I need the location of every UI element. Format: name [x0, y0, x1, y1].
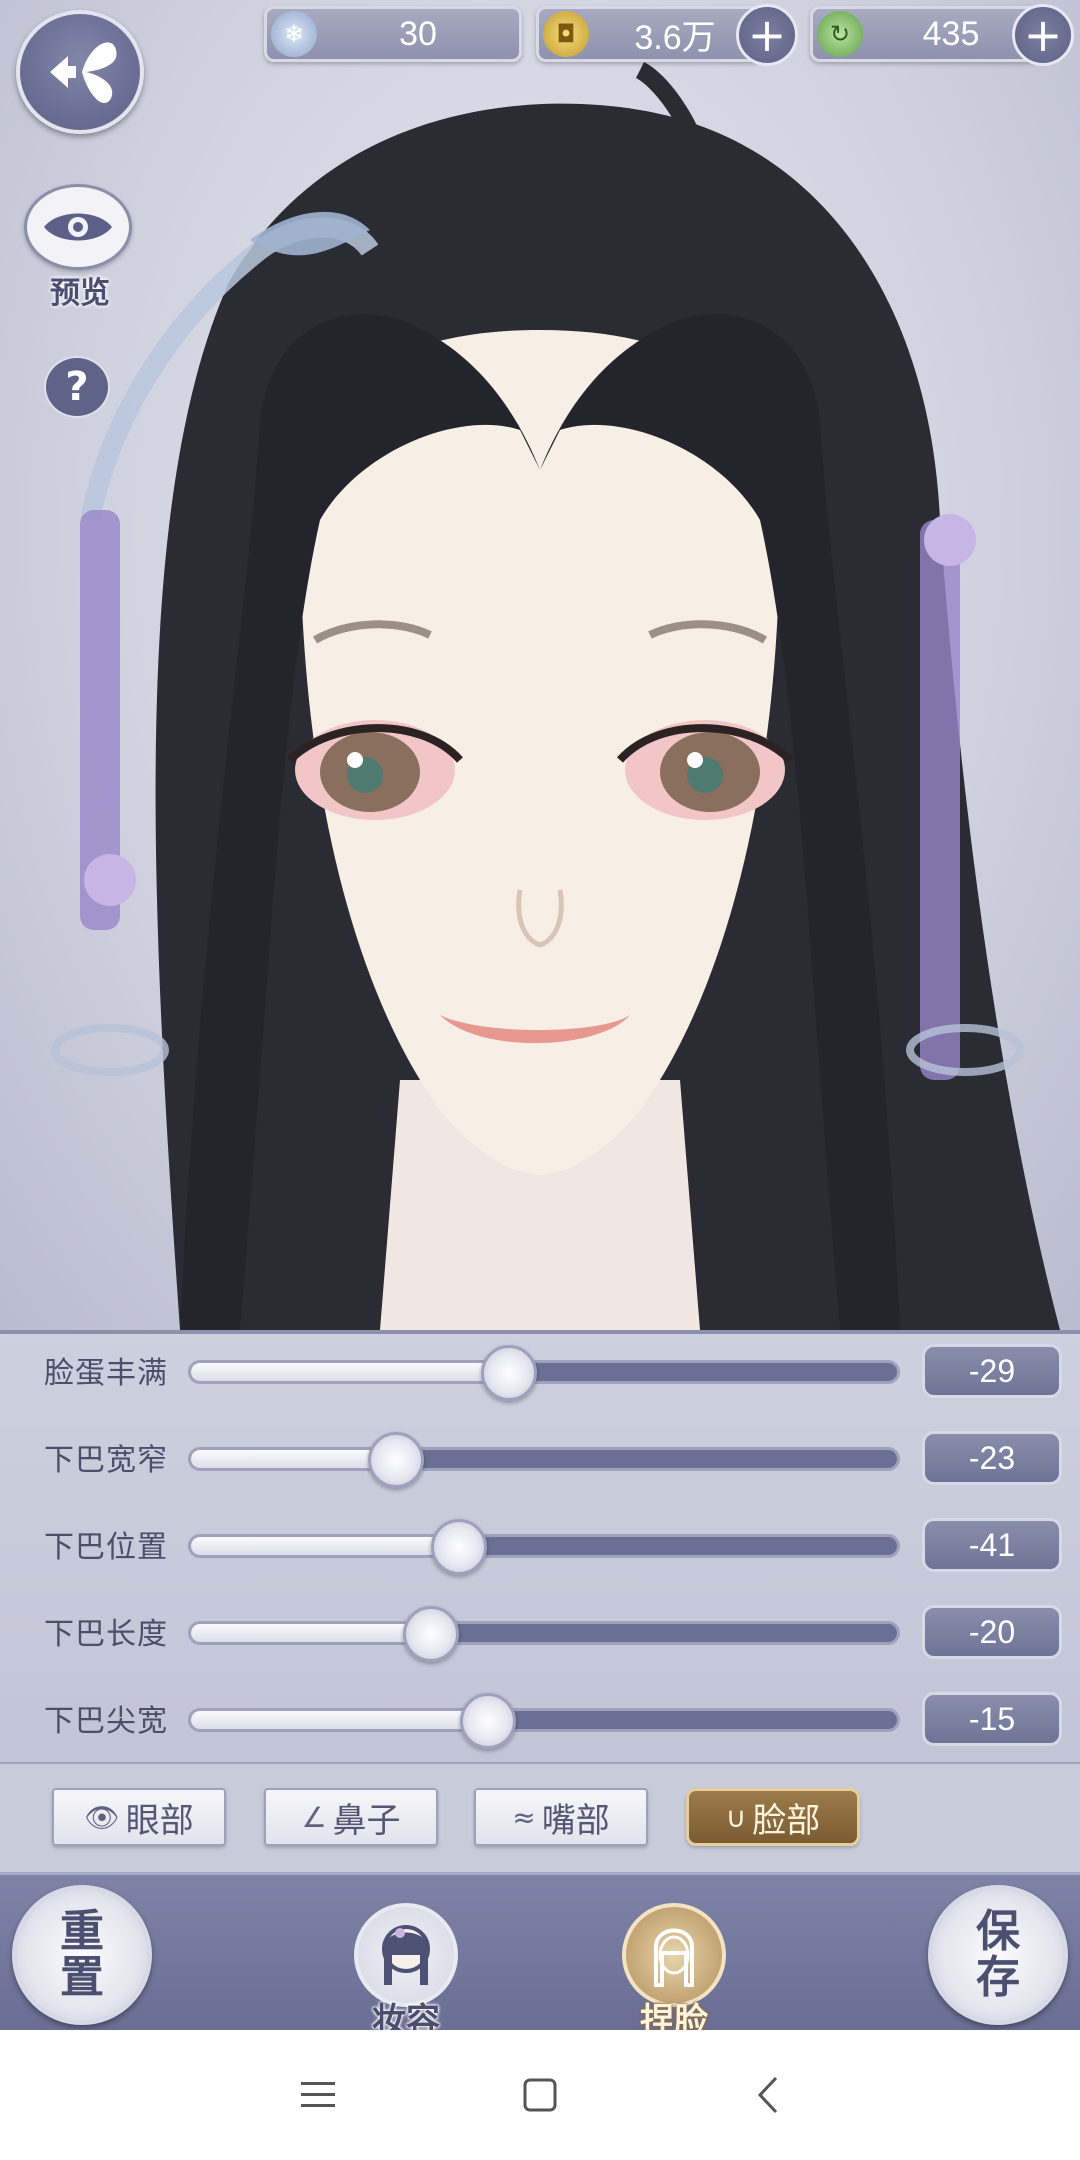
- slider-label: 下巴位置: [44, 1530, 168, 1565]
- character-model: [51, 61, 1060, 1330]
- question-icon: ?: [65, 364, 89, 410]
- bottom-bar: 重置 妆容 捏脸 保存: [0, 1872, 1080, 2041]
- slider-row-chin-width: 下巴宽窄 -23: [0, 1421, 1080, 1491]
- face-sculpt-button[interactable]: [622, 1903, 726, 2007]
- woman-portrait-icon: [382, 1925, 430, 1985]
- slider-track[interactable]: [188, 1432, 900, 1488]
- home-nav-button[interactable]: [510, 2070, 570, 2120]
- energy-currency: ↻ 435: [810, 6, 1042, 62]
- slider-value: -20: [922, 1605, 1062, 1659]
- menu-icon: [301, 2082, 335, 2107]
- chevron-left-icon: [757, 2076, 778, 2114]
- slider-label: 下巴宽窄: [44, 1443, 168, 1478]
- plus-icon: +: [1023, 8, 1063, 62]
- makeup-button[interactable]: [354, 1903, 458, 2007]
- slider-row-chin-position: 下巴位置 -41: [0, 1508, 1080, 1578]
- home-square-icon: [523, 2078, 557, 2112]
- plus-icon: +: [747, 8, 787, 62]
- slider-value: -29: [922, 1344, 1062, 1398]
- slider-fill: [191, 1711, 488, 1729]
- slider-row-cheek-fullness: 脸蛋丰满 -29: [0, 1334, 1080, 1404]
- save-button[interactable]: 保存: [928, 1885, 1068, 2025]
- green-leaf-icon: ↻: [817, 11, 863, 57]
- add-energy-button[interactable]: +: [1012, 4, 1074, 66]
- menu-nav-button[interactable]: [288, 2070, 348, 2120]
- character-viewport[interactable]: ❄ 30 ◘ 3.6万 + ↻ 435 + 预览 ?: [0, 0, 1080, 1330]
- tab-label: 眼部: [125, 1800, 194, 1841]
- slider-fill: [191, 1624, 432, 1642]
- butterfly-back-icon: [50, 42, 117, 104]
- slider-track[interactable]: [188, 1519, 900, 1575]
- save-label: 保存: [976, 1905, 1020, 2003]
- back-button[interactable]: [16, 10, 144, 134]
- face-outline-icon: [654, 1928, 694, 1987]
- jade-orb-icon: ❄: [271, 11, 317, 57]
- slider-label: 下巴长度: [44, 1617, 168, 1652]
- slider-fill: [191, 1537, 460, 1555]
- copper-coin-icon: ◘: [543, 11, 589, 57]
- tab-nose[interactable]: ∠ 鼻子: [264, 1788, 438, 1846]
- back-nav-button[interactable]: [738, 2070, 798, 2120]
- slider-value: -15: [922, 1692, 1062, 1746]
- slider-knob[interactable]: [367, 1432, 424, 1488]
- eye-icon: 👁: [84, 1800, 120, 1834]
- slider-knob[interactable]: [459, 1693, 516, 1749]
- jade-currency: ❄ 30: [264, 6, 522, 62]
- tab-label: 脸部: [752, 1800, 821, 1841]
- coin-currency: ◘ 3.6万: [536, 6, 764, 62]
- slider-track[interactable]: [188, 1606, 900, 1662]
- slider-value: -41: [922, 1518, 1062, 1572]
- feature-tabs: 👁 眼部 ∠ 鼻子 ≈ 嘴部 ∪ 脸部: [0, 1762, 1080, 1872]
- mouth-icon: ≈: [512, 1800, 536, 1834]
- add-coins-button[interactable]: +: [736, 4, 798, 66]
- slider-panel: 脸蛋丰满 -29 下巴宽窄 -23 下巴位置 -41 下巴长度 -20 下巴尖宽: [0, 1330, 1080, 1762]
- slider-knob[interactable]: [480, 1345, 537, 1401]
- slider-label: 脸蛋丰满: [44, 1356, 168, 1391]
- tab-face[interactable]: ∪ 脸部: [686, 1788, 860, 1846]
- face-curve-icon: ∪: [725, 1800, 747, 1834]
- slider-track[interactable]: [188, 1345, 900, 1401]
- help-button[interactable]: ?: [44, 356, 110, 418]
- slider-knob[interactable]: [431, 1519, 488, 1575]
- tab-label: 嘴部: [541, 1800, 610, 1841]
- slider-label: 下巴尖宽: [44, 1704, 168, 1739]
- tab-eyes[interactable]: 👁 眼部: [52, 1788, 226, 1846]
- jade-value: 30: [399, 14, 437, 53]
- slider-fill: [191, 1450, 396, 1468]
- slider-row-chin-tip-width: 下巴尖宽 -15: [0, 1682, 1080, 1752]
- preview-button[interactable]: [24, 184, 132, 270]
- slider-value: -23: [922, 1431, 1062, 1485]
- slider-fill: [191, 1363, 509, 1381]
- system-nav-bar: [0, 2030, 1080, 2160]
- tab-label: 鼻子: [332, 1800, 401, 1841]
- slider-knob[interactable]: [403, 1606, 460, 1662]
- reset-button[interactable]: 重置: [12, 1885, 152, 2025]
- reset-label: 重置: [60, 1905, 104, 2003]
- slider-row-chin-length: 下巴长度 -20: [0, 1595, 1080, 1665]
- eye-icon: [44, 213, 112, 241]
- nose-icon: ∠: [301, 1800, 327, 1834]
- slider-track[interactable]: [188, 1693, 900, 1749]
- preview-label: 预览: [50, 276, 110, 311]
- tab-mouth[interactable]: ≈ 嘴部: [474, 1788, 648, 1846]
